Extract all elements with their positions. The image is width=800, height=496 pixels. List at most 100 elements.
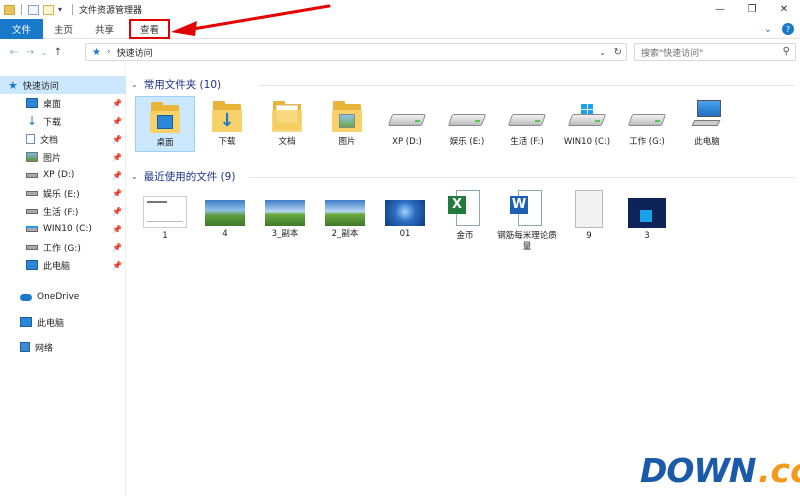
pin-icon[interactable]: 📌 [112, 135, 122, 144]
pin-icon[interactable]: 📌 [112, 171, 122, 180]
minimize-button[interactable]: — [704, 0, 736, 19]
excel-file-icon: X [448, 190, 482, 228]
forward-button[interactable]: → [22, 43, 38, 63]
sidebar-item-label: OneDrive [37, 292, 80, 302]
customize-toolbar-icon[interactable]: ▾ [58, 5, 66, 14]
maximize-button[interactable]: ❐ [736, 0, 768, 19]
recent-files-header[interactable]: ⌄ 最近使用的文件 (9) [131, 168, 235, 184]
breadcrumb-quick-access[interactable]: 快速访问 [117, 46, 153, 59]
pin-icon[interactable]: 📌 [112, 207, 122, 216]
sidebar-item-drive-g[interactable]: 工作 (G:) 📌 [0, 238, 126, 256]
recent-file-tile[interactable]: 3 [617, 190, 677, 242]
folder-tile-pictures[interactable]: 图片 [317, 96, 377, 148]
tab-share[interactable]: 共享 [84, 19, 125, 39]
pin-icon[interactable]: 📌 [112, 225, 122, 234]
drive-tile-f[interactable]: 生活 (F:) [497, 96, 557, 148]
drive-tile-g[interactable]: 工作 (G:) [617, 96, 677, 148]
up-button[interactable]: ↑ [50, 43, 66, 63]
drive-icon [26, 172, 38, 178]
collapse-caret-icon[interactable]: ⌄ [131, 172, 138, 181]
gray-document-thumbnail-icon [575, 190, 603, 228]
drive-icon [627, 104, 667, 134]
tile-label: 金币 [456, 231, 474, 241]
watermark-text: DOWN [640, 451, 756, 490]
sidebar-item-drive-f[interactable]: 生活 (F:) 📌 [0, 202, 126, 220]
tab-home[interactable]: 主页 [43, 19, 84, 39]
sidebar-item-drive-d[interactable]: XP (D:) 📌 [0, 166, 126, 184]
toolbar-separator [21, 4, 22, 15]
tab-view[interactable]: 查看 [129, 18, 171, 39]
search-placeholder: 搜索"快速访问" [641, 48, 704, 59]
sidebar-item-documents[interactable]: 文档 📌 [0, 130, 126, 148]
drive-tile-d[interactable]: XP (D:) [377, 96, 437, 148]
computer-tile[interactable]: 此电脑 [677, 96, 737, 148]
drive-icon [447, 104, 487, 134]
drive-tile-c[interactable]: WIN10 (C:) [557, 96, 617, 148]
recent-file-tile[interactable]: 01 [375, 190, 435, 240]
tile-label: 钢筋每米理论质量 [497, 231, 557, 252]
recent-file-tile[interactable]: 2_副本 [315, 190, 375, 240]
desktop-icon [26, 98, 38, 108]
expand-ribbon-icon[interactable]: ⌄ [764, 24, 772, 35]
tile-label: 3 [644, 231, 650, 241]
drive-tile-e[interactable]: 娱乐 (E:) [437, 96, 497, 148]
group-divider [249, 177, 795, 178]
sidebar-item-drive-c[interactable]: WIN10 (C:) 📌 [0, 220, 126, 238]
pin-icon[interactable]: 📌 [112, 153, 122, 162]
drive-icon [26, 244, 38, 250]
address-bar[interactable]: ★ › 快速访问 ⌄ ↻ [85, 43, 627, 61]
pin-icon[interactable]: 📌 [112, 117, 122, 126]
close-button[interactable]: ✕ [768, 0, 800, 19]
new-folder-icon[interactable] [43, 4, 54, 15]
quick-access-star-icon: ★ [92, 46, 101, 58]
sidebar-item-downloads[interactable]: ↓ 下载 📌 [0, 112, 126, 130]
download-icon: ↓ [26, 114, 38, 128]
sidebar-item-this-pc[interactable]: 此电脑 📌 [0, 256, 126, 274]
pin-icon[interactable]: 📌 [112, 261, 122, 270]
sidebar-item-desktop[interactable]: 桌面 📌 [0, 94, 126, 112]
recent-locations-button[interactable]: ⌄ [38, 43, 50, 63]
address-dropdown-icon[interactable]: ⌄ [599, 44, 606, 60]
sidebar-item-drive-e[interactable]: 娱乐 (E:) 📌 [0, 184, 126, 202]
frequent-folders-header[interactable]: ⌄ 常用文件夹 (10) [131, 76, 221, 92]
tab-file[interactable]: 文件 [0, 18, 43, 39]
recent-file-tile[interactable]: 9 [559, 190, 619, 242]
sidebar-item-label: XP (D:) [43, 170, 75, 180]
windows-drive-icon [26, 226, 38, 232]
toolbar-separator [72, 4, 73, 15]
tile-label: XP (D:) [392, 137, 422, 147]
breadcrumb-chevron-icon[interactable]: › [107, 47, 111, 57]
collapse-caret-icon[interactable]: ⌄ [131, 80, 138, 89]
computer-icon [20, 317, 32, 327]
recent-file-tile[interactable]: 3_副本 [255, 190, 315, 240]
tile-label: 1 [162, 231, 168, 241]
sidebar-item-label: 生活 (F:) [43, 207, 79, 218]
recent-file-tile[interactable]: X 金币 [435, 190, 495, 242]
sidebar-item-pictures[interactable]: 图片 📌 [0, 148, 126, 166]
sidebar-item-onedrive[interactable]: OneDrive [0, 288, 126, 306]
sidebar-item-quick-access[interactable]: ★ 快速访问 [0, 76, 126, 94]
folder-icon [4, 4, 15, 15]
pin-icon[interactable]: 📌 [112, 243, 122, 252]
folder-tile-documents[interactable]: 文档 [257, 96, 317, 148]
group-divider [259, 85, 795, 86]
document-folder-icon [271, 100, 303, 134]
back-button[interactable]: ← [6, 43, 22, 63]
help-icon[interactable]: ? [782, 23, 794, 35]
tile-label: 9 [586, 231, 592, 241]
folder-tile-desktop[interactable]: 桌面 [135, 96, 195, 152]
properties-icon[interactable] [28, 4, 39, 15]
folder-tile-downloads[interactable]: ↓ 下载 [197, 96, 257, 148]
sidebar-item-computer[interactable]: 此电脑 [0, 313, 126, 331]
sidebar-item-label: 图片 [43, 153, 62, 164]
recent-file-tile[interactable]: W 钢筋每米理论质量 [495, 190, 559, 253]
recent-file-tile[interactable]: 4 [195, 190, 255, 240]
refresh-button[interactable]: ↻ [614, 44, 622, 60]
pin-icon[interactable]: 📌 [112, 99, 122, 108]
sidebar-item-network[interactable]: 网络 [0, 338, 126, 356]
recent-file-tile[interactable]: 1 [135, 190, 195, 242]
down-cc-watermark: DOWN .cc [640, 449, 800, 491]
pin-icon[interactable]: 📌 [112, 189, 122, 198]
navigation-pane: ★ 快速访问 桌面 📌 ↓ 下载 📌 文档 📌 图片 📌 XP (D:) 📌 娱… [0, 66, 126, 496]
search-input[interactable]: 搜索"快速访问" ⚲ [634, 43, 796, 61]
